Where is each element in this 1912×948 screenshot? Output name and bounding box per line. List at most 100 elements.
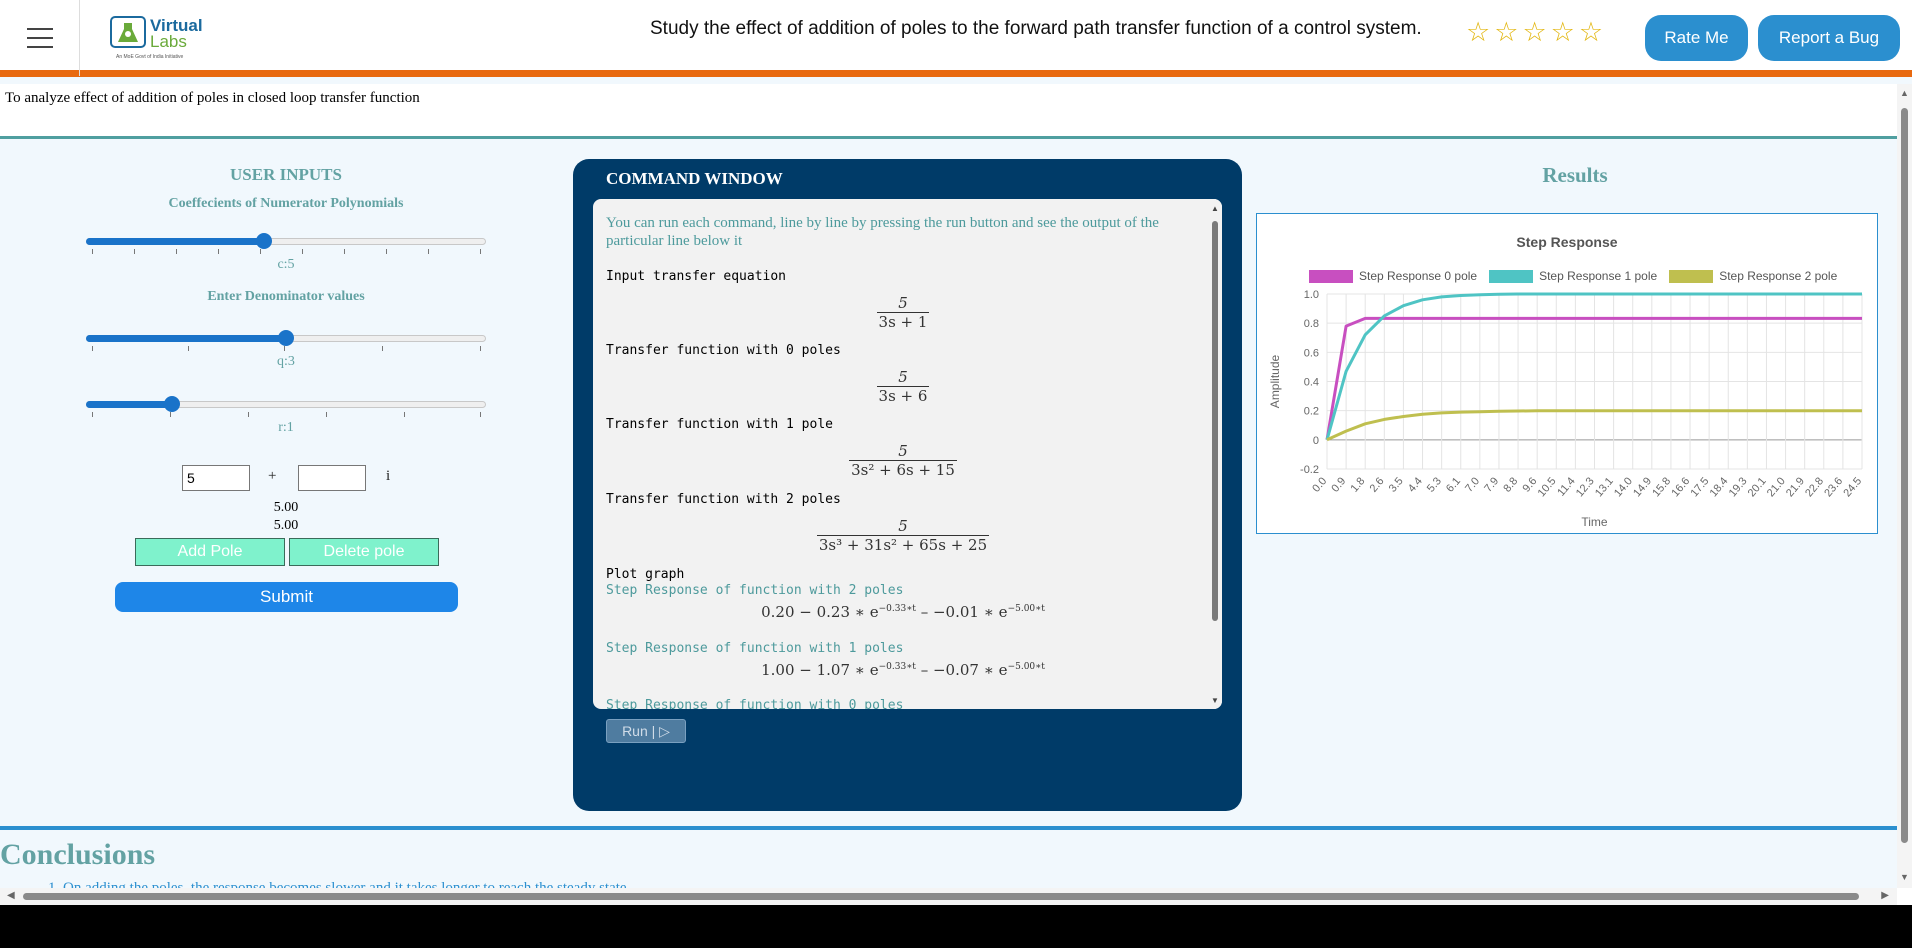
star-icon[interactable]: ☆ bbox=[1494, 18, 1518, 46]
conclusions-title: Conclusions bbox=[0, 838, 156, 871]
y-tick-label: 0.8 bbox=[1304, 318, 1319, 330]
expr-part: – −0.01 ∗ e bbox=[920, 603, 1008, 621]
x-tick-label: 4.4 bbox=[1406, 475, 1425, 494]
x-tick-label: 14.0 bbox=[1612, 475, 1635, 499]
tf-denominator: 3s² + 6s + 15 bbox=[849, 460, 957, 479]
legend-label: Step Response 1 pole bbox=[1539, 269, 1658, 283]
x-tick-label: 11.4 bbox=[1555, 475, 1577, 498]
x-tick-label: 13.1 bbox=[1593, 475, 1616, 499]
x-tick-label: 17.5 bbox=[1688, 475, 1711, 499]
command-scrollbar[interactable]: ▲ ▼ bbox=[1208, 199, 1222, 709]
tf2-heading: Transfer function with 2 poles bbox=[606, 492, 841, 507]
legend-label: Step Response 0 pole bbox=[1359, 269, 1478, 283]
x-tick-label: 18.4 bbox=[1708, 475, 1731, 499]
x-tick-label: 5.3 bbox=[1425, 475, 1444, 494]
x-tick-label: 24.5 bbox=[1841, 475, 1864, 499]
add-pole-button[interactable]: Add Pole bbox=[135, 538, 285, 566]
command-output[interactable]: You can run each command, line by line b… bbox=[593, 199, 1222, 709]
x-tick-label: 14.9 bbox=[1631, 475, 1654, 499]
x-tick-label: 8.8 bbox=[1501, 475, 1520, 494]
legend-item[interactable]: Step Response 0 pole bbox=[1309, 269, 1477, 283]
star-icon[interactable]: ☆ bbox=[1522, 18, 1546, 46]
page-horizontal-scroll-thumb[interactable] bbox=[23, 893, 1859, 900]
q-slider-label: q:3 bbox=[277, 354, 295, 369]
y-axis-label: Amplitude bbox=[1268, 355, 1282, 409]
legend-swatch bbox=[1309, 269, 1353, 283]
delete-pole-button[interactable]: Delete pole bbox=[289, 538, 439, 566]
legend-swatch bbox=[1489, 269, 1534, 283]
imaginary-part-input[interactable] bbox=[298, 465, 366, 491]
denominator-title: Enter Denominator values bbox=[207, 289, 365, 304]
scroll-up-icon[interactable]: ▲ bbox=[1211, 204, 1219, 213]
scroll-down-icon[interactable]: ▼ bbox=[1211, 696, 1219, 705]
x-tick-label: 21.9 bbox=[1784, 475, 1807, 499]
report-bug-button[interactable]: Report a Bug bbox=[1758, 15, 1900, 61]
x-tick-label: 6.1 bbox=[1444, 475, 1463, 494]
y-tick-label: 1.0 bbox=[1304, 289, 1319, 301]
plus-sign: + bbox=[268, 468, 277, 484]
command-intro: You can run each command, line by line b… bbox=[606, 215, 1159, 249]
star-icon[interactable]: ☆ bbox=[1466, 18, 1490, 46]
numerator-title: Coeffecients of Numerator Polynomials bbox=[168, 196, 404, 211]
legend-item[interactable]: Step Response 1 pole bbox=[1489, 269, 1657, 283]
legend-item[interactable]: Step Response 2 pole bbox=[1669, 269, 1837, 283]
virtual-labs-logo[interactable]: Virtual Labs An MoE Govt of India Initia… bbox=[108, 12, 208, 62]
tf-denominator: 3s + 6 bbox=[876, 386, 930, 405]
page-vertical-scrollbar[interactable]: ▲ ▼ bbox=[1897, 84, 1912, 888]
x-tick-label: 20.1 bbox=[1746, 475, 1769, 499]
step-response-chart: 1.0 0.8 0.6 0.4 0.2 0 -0.2 0.0 0.9 1.8 2.6 3.5 4.4 5.… bbox=[1256, 213, 1878, 534]
r-slider-handle[interactable] bbox=[164, 396, 180, 412]
command-scroll-thumb[interactable] bbox=[1212, 221, 1218, 621]
x-tick-label: 15.8 bbox=[1650, 475, 1673, 499]
x-tick-label: 19.3 bbox=[1727, 475, 1750, 499]
rate-me-button[interactable]: Rate Me bbox=[1645, 15, 1748, 61]
expr-exponent: −5.00∗t bbox=[1007, 662, 1045, 672]
c-slider-handle[interactable] bbox=[256, 233, 272, 249]
x-tick-label: 0.9 bbox=[1329, 475, 1348, 494]
tf-numerator: 5 bbox=[898, 517, 908, 535]
x-axis-label: Time bbox=[1581, 515, 1608, 529]
step2-expression: 0.20 − 0.23 ∗ e−0.33∗t – −0.01 ∗ e−5.00∗… bbox=[593, 603, 1213, 621]
q-slider-handle[interactable] bbox=[278, 330, 294, 346]
r-slider-label: r:1 bbox=[278, 420, 294, 435]
q-slider[interactable] bbox=[86, 330, 486, 351]
submit-button[interactable]: Submit bbox=[115, 582, 458, 612]
tf-numerator: 5 bbox=[898, 294, 908, 312]
y-tick-label: 0.6 bbox=[1304, 347, 1319, 359]
window-bottom-edge bbox=[0, 905, 1912, 948]
page-vertical-scroll-thumb[interactable] bbox=[1901, 108, 1908, 843]
run-button[interactable]: Run | ▷ bbox=[606, 719, 686, 743]
star-icon[interactable]: ☆ bbox=[1579, 18, 1603, 46]
scroll-left-icon[interactable]: ◀ bbox=[7, 890, 15, 901]
aim-text: To analyze effect of addition of poles i… bbox=[5, 90, 420, 106]
legend-swatch bbox=[1669, 269, 1714, 283]
chart-legend: Step Response 0 pole Step Response 1 pole… bbox=[1309, 269, 1837, 283]
chart-canvas: 1.0 0.8 0.6 0.4 0.2 0 -0.20.0 0.9 1.8 2.6 3.5 4.4 5.… bbox=[1268, 289, 1864, 529]
input-transfer-function: 5 3s + 1 bbox=[593, 295, 1213, 331]
chart-title: Step Response bbox=[1516, 234, 1618, 250]
scroll-up-icon[interactable]: ▲ bbox=[1900, 88, 1909, 98]
pole-value: 5.00 bbox=[273, 500, 299, 515]
menu-button[interactable] bbox=[0, 0, 80, 76]
expr-part: 1.00 − 1.07 ∗ e bbox=[761, 661, 879, 679]
x-tick-label: 16.6 bbox=[1669, 475, 1692, 499]
logo-tagline: An MoE Govt of India Initiative bbox=[116, 54, 184, 60]
tf-numerator: 5 bbox=[898, 442, 908, 460]
x-tick-label: 7.0 bbox=[1463, 475, 1482, 494]
tf-denominator: 3s³ + 31s² + 65s + 25 bbox=[816, 535, 990, 554]
x-tick-label: 1.8 bbox=[1348, 475, 1367, 494]
scroll-right-icon[interactable]: ▶ bbox=[1881, 890, 1889, 901]
r-slider[interactable] bbox=[86, 396, 486, 417]
x-tick-label: 22.8 bbox=[1803, 475, 1826, 499]
rating-stars[interactable]: ☆ ☆ ☆ ☆ ☆ bbox=[1466, 18, 1603, 46]
page-horizontal-scrollbar[interactable]: ◀ ▶ bbox=[0, 888, 1897, 905]
real-part-input[interactable] bbox=[182, 465, 250, 491]
y-tick-label: -0.2 bbox=[1300, 464, 1319, 476]
x-tick-label: 7.9 bbox=[1482, 475, 1501, 494]
expr-exponent: −0.33∗t bbox=[878, 662, 916, 672]
y-tick-label: 0.2 bbox=[1304, 406, 1319, 418]
c-slider[interactable] bbox=[86, 233, 486, 254]
star-icon[interactable]: ☆ bbox=[1551, 18, 1575, 46]
scroll-down-icon[interactable]: ▼ bbox=[1900, 872, 1909, 882]
step1-heading: Step Response of function with 1 poles bbox=[606, 641, 904, 656]
